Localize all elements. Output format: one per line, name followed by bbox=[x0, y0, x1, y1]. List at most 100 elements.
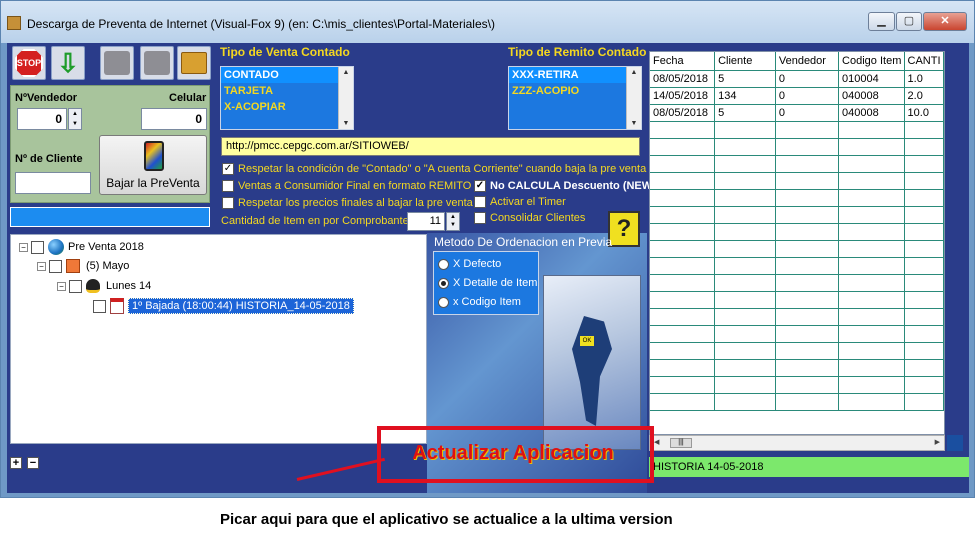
table-cell[interactable] bbox=[904, 393, 944, 411]
collapse-icon[interactable]: − bbox=[57, 281, 66, 291]
table-cell[interactable]: 10.0 bbox=[904, 104, 944, 122]
table-cell[interactable] bbox=[838, 342, 905, 360]
table-row-empty[interactable] bbox=[650, 189, 944, 207]
tipo-venta-scrollbar[interactable]: ▲ ▼ bbox=[338, 67, 353, 129]
tipo-remito-list[interactable]: XXX-RETIRA ZZZ-ACOPIO ▲ ▼ bbox=[508, 66, 642, 130]
cash-register-button[interactable] bbox=[177, 46, 211, 80]
table-cell[interactable] bbox=[650, 342, 716, 360]
table-cell[interactable] bbox=[775, 325, 840, 343]
table-row-empty[interactable] bbox=[650, 325, 944, 343]
cantidad-input[interactable]: 11 bbox=[407, 212, 445, 231]
respetar-condicion-checkbox[interactable]: ✓ Respetar la condición de "Contado" o "… bbox=[222, 163, 646, 175]
tipo-venta-list[interactable]: CONTADO TARJETA X-ACOPIAR ▲ ▼ bbox=[220, 66, 354, 130]
table-cell[interactable] bbox=[838, 189, 905, 207]
table-cell[interactable] bbox=[838, 172, 905, 190]
table-cell[interactable] bbox=[838, 206, 905, 224]
table-cell[interactable] bbox=[838, 359, 905, 377]
table-cell[interactable] bbox=[904, 325, 944, 343]
table-cell[interactable] bbox=[775, 291, 840, 309]
stop-button[interactable]: STOP bbox=[12, 46, 46, 80]
table-cell[interactable] bbox=[904, 172, 944, 190]
table-cell[interactable] bbox=[714, 206, 776, 224]
column-header[interactable]: Vendedor bbox=[775, 52, 840, 71]
scroll-up-icon[interactable]: ▲ bbox=[339, 69, 353, 76]
download-button[interactable]: ⇩ bbox=[51, 46, 85, 80]
table-cell[interactable] bbox=[904, 342, 944, 360]
collapse-icon[interactable]: − bbox=[19, 242, 28, 252]
ventas-cf-checkbox[interactable]: Ventas a Consumidor Final en formato REM… bbox=[222, 180, 471, 192]
scroll-up-icon[interactable]: ▲ bbox=[627, 69, 641, 76]
scroll-right-icon[interactable]: ▶ bbox=[935, 438, 940, 446]
checkbox-icon[interactable] bbox=[31, 240, 44, 254]
table-cell[interactable] bbox=[838, 291, 905, 309]
checkbox-icon[interactable] bbox=[69, 279, 82, 293]
table-cell[interactable] bbox=[650, 393, 716, 411]
table-row-empty[interactable] bbox=[650, 376, 944, 394]
table-row-empty[interactable] bbox=[650, 393, 944, 411]
table-cell[interactable] bbox=[714, 291, 776, 309]
column-header[interactable]: CANTI bbox=[904, 52, 944, 71]
checkbox-icon[interactable] bbox=[49, 259, 62, 273]
table-cell[interactable] bbox=[904, 359, 944, 377]
table-cell[interactable] bbox=[904, 240, 944, 258]
list-item[interactable]: TARJETA bbox=[221, 83, 353, 99]
table-cell[interactable] bbox=[650, 308, 716, 326]
respetar-precios-checkbox[interactable]: Respetar los precios finales al bajar la… bbox=[222, 197, 473, 209]
no-calcula-checkbox[interactable]: ✓ No CALCULA Descuento (NEW) bbox=[474, 180, 656, 192]
table-cell[interactable]: 08/05/2018 bbox=[650, 104, 716, 122]
table-cell[interactable] bbox=[650, 189, 716, 207]
scroll-thumb[interactable]: ||| bbox=[670, 438, 692, 448]
table-cell[interactable] bbox=[650, 138, 716, 156]
table-cell[interactable] bbox=[775, 206, 840, 224]
table-cell[interactable] bbox=[650, 155, 716, 173]
table-cell[interactable] bbox=[838, 325, 905, 343]
table-cell[interactable] bbox=[775, 240, 840, 258]
table-cell[interactable] bbox=[714, 121, 776, 139]
list-item[interactable]: XXX-RETIRA bbox=[509, 67, 641, 83]
table-row-empty[interactable] bbox=[650, 223, 944, 241]
table-cell[interactable] bbox=[838, 155, 905, 173]
table-cell[interactable] bbox=[838, 274, 905, 292]
table-cell[interactable] bbox=[904, 155, 944, 173]
table-row-empty[interactable] bbox=[650, 121, 944, 139]
table-cell[interactable] bbox=[775, 308, 840, 326]
table-cell[interactable] bbox=[904, 189, 944, 207]
table-cell[interactable] bbox=[775, 274, 840, 292]
cantidad-spinner[interactable]: ▲ ▼ bbox=[446, 212, 460, 231]
table-row-empty[interactable] bbox=[650, 206, 944, 224]
table-cell[interactable]: 0 bbox=[775, 87, 840, 105]
table-cell[interactable] bbox=[714, 325, 776, 343]
table-cell[interactable] bbox=[650, 376, 716, 394]
column-header[interactable]: Fecha bbox=[650, 52, 716, 71]
table-cell[interactable] bbox=[714, 155, 776, 173]
tree-node-day[interactable]: − Lunes 14 bbox=[57, 279, 151, 293]
table-row-empty[interactable] bbox=[650, 359, 944, 377]
table-cell[interactable] bbox=[904, 121, 944, 139]
table-cell[interactable] bbox=[775, 376, 840, 394]
celular-input[interactable]: 0 bbox=[141, 108, 207, 130]
table-cell[interactable] bbox=[650, 257, 716, 275]
maximize-button[interactable]: ▢ bbox=[896, 12, 922, 31]
expand-all-button[interactable]: + bbox=[10, 457, 22, 469]
scroll-left-icon[interactable]: ◀ bbox=[654, 438, 659, 446]
radio-codigo-item[interactable]: x Codigo Item bbox=[438, 296, 521, 308]
table-cell[interactable] bbox=[904, 206, 944, 224]
table-cell[interactable] bbox=[650, 291, 716, 309]
table-row-empty[interactable] bbox=[650, 155, 944, 173]
tree-node-root[interactable]: − Pre Venta 2018 bbox=[19, 239, 144, 255]
table-cell[interactable] bbox=[838, 393, 905, 411]
table-cell[interactable] bbox=[714, 138, 776, 156]
collapse-icon[interactable]: − bbox=[37, 261, 46, 271]
bajar-preventa-button[interactable]: Bajar la PreVenta bbox=[99, 135, 207, 195]
table-cell[interactable] bbox=[775, 138, 840, 156]
activar-timer-checkbox[interactable]: Activar el Timer bbox=[474, 196, 566, 208]
table-cell[interactable]: 2.0 bbox=[904, 87, 944, 105]
table-row-empty[interactable] bbox=[650, 342, 944, 360]
table-cell[interactable] bbox=[650, 121, 716, 139]
table-row-empty[interactable] bbox=[650, 291, 944, 309]
tipo-remito-scrollbar[interactable]: ▲ ▼ bbox=[626, 67, 641, 129]
close-button[interactable]: ✕ bbox=[923, 12, 967, 31]
table-cell[interactable]: 0 bbox=[775, 70, 840, 88]
table-cell[interactable] bbox=[904, 274, 944, 292]
table-cell[interactable]: 5 bbox=[714, 70, 776, 88]
